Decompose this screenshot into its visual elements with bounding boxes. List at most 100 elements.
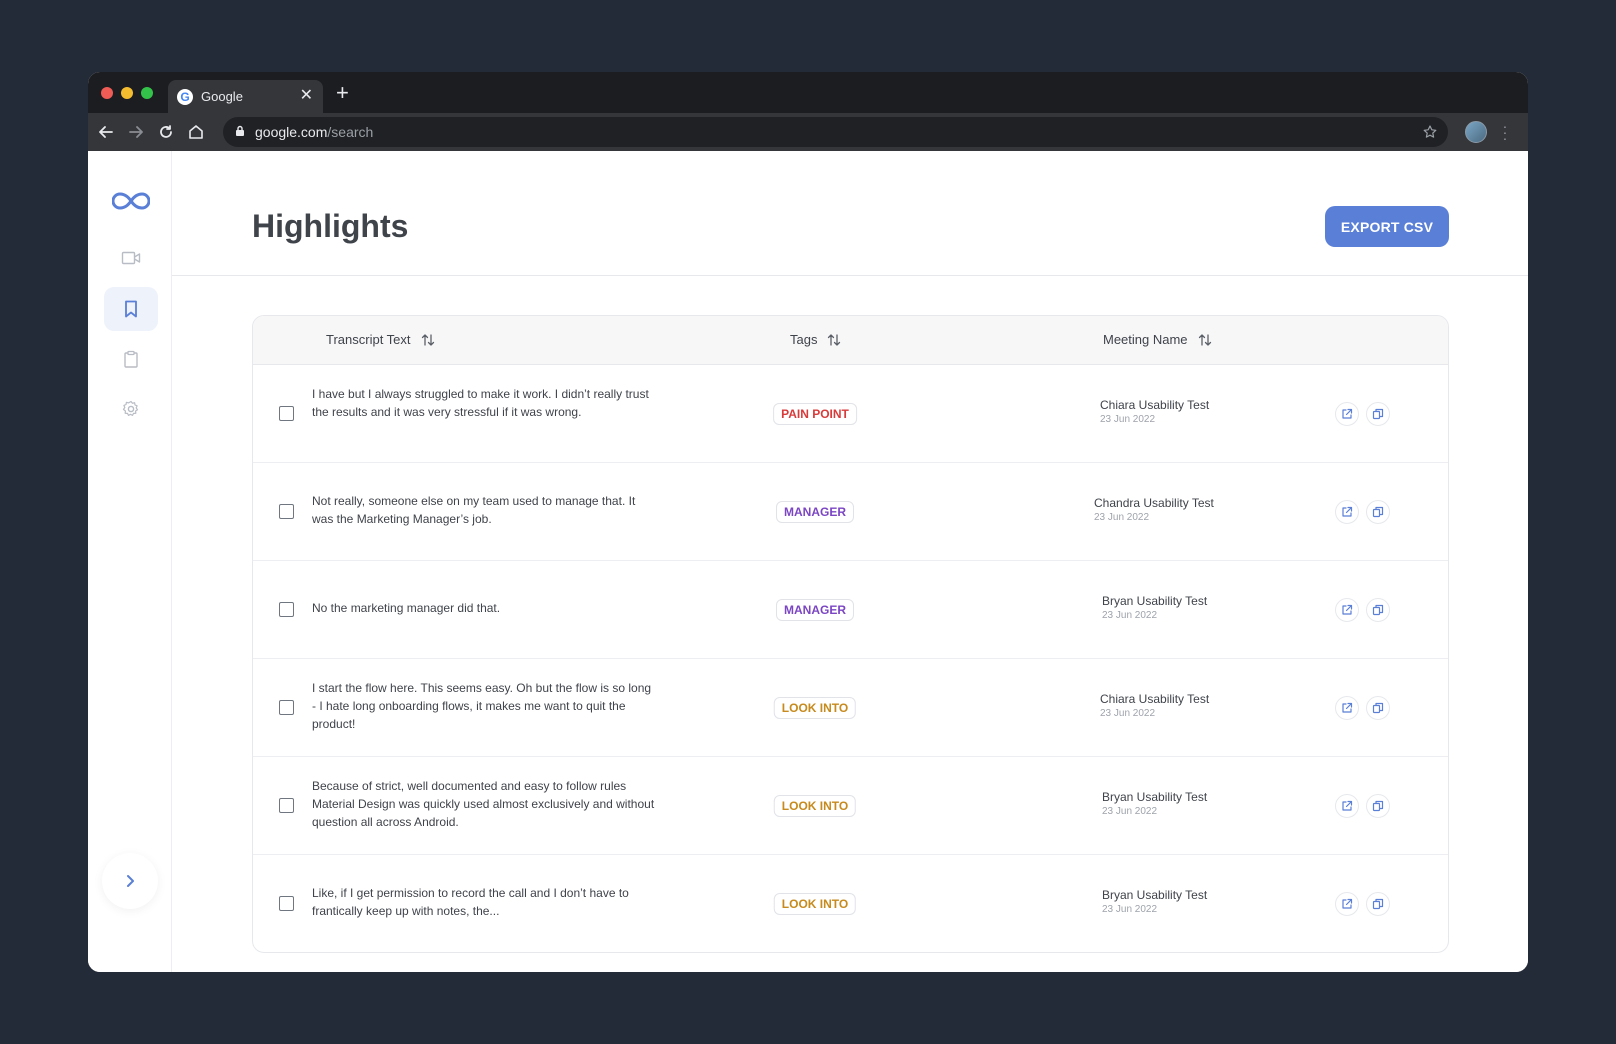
google-favicon-icon: G — [177, 89, 193, 105]
row-checkbox[interactable] — [279, 700, 294, 715]
open-link-button[interactable] — [1335, 892, 1359, 916]
url-path: /search — [327, 124, 374, 140]
video-camera-icon — [121, 251, 141, 265]
open-link-button[interactable] — [1335, 598, 1359, 622]
meeting-cell: Bryan Usability Test 23 Jun 2022 — [1102, 789, 1207, 819]
transcript-text: Because of strict, well documented and e… — [312, 779, 655, 829]
external-link-icon — [1342, 604, 1353, 615]
meeting-date: 23 Jun 2022 — [1100, 414, 1156, 425]
meeting-name[interactable]: Bryan Usability Test — [1102, 789, 1207, 805]
open-link-button[interactable] — [1335, 696, 1359, 720]
table-row: I start the flow here. This seems easy. … — [253, 659, 1448, 757]
tag-badge[interactable]: LOOK INTO — [773, 697, 857, 719]
page-title: Highlights — [252, 208, 409, 244]
tag-badge[interactable]: MANAGER — [776, 501, 854, 523]
infinity-logo-icon[interactable] — [104, 179, 158, 223]
external-link-icon — [1342, 800, 1353, 811]
open-link-button[interactable] — [1335, 500, 1359, 524]
meeting-date: 23 Jun 2022 — [1102, 904, 1158, 915]
meeting-name[interactable]: Bryan Usability Test — [1102, 887, 1207, 903]
bookmark-star-icon[interactable] — [1422, 124, 1438, 140]
transcript-text: I start the flow here. This seems easy. … — [312, 681, 652, 731]
export-csv-button[interactable]: EXPORT CSV — [1325, 206, 1449, 247]
transcript-text: I have but I always struggled to make it… — [312, 387, 649, 419]
column-header-tags[interactable]: Tags — [790, 332, 841, 348]
meeting-name[interactable]: Chiara Usability Test — [1100, 397, 1209, 413]
browser-tab-strip: G Google ✕ + — [88, 72, 1528, 113]
sort-icon[interactable] — [1198, 333, 1212, 347]
copy-button[interactable] — [1366, 598, 1390, 622]
external-link-icon — [1342, 702, 1353, 713]
back-arrow-icon[interactable] — [97, 123, 115, 141]
meeting-date: 23 Jun 2022 — [1100, 708, 1156, 719]
home-icon[interactable] — [187, 123, 205, 141]
meeting-date: 23 Jun 2022 — [1094, 512, 1150, 523]
meeting-cell: Chiara Usability Test 23 Jun 2022 — [1100, 691, 1209, 721]
copy-icon — [1372, 506, 1384, 518]
maximize-window-button[interactable] — [141, 87, 153, 99]
tab-title: Google — [201, 89, 243, 104]
copy-icon — [1372, 800, 1384, 812]
sidebar-item-highlights[interactable] — [104, 287, 158, 331]
meeting-cell: Bryan Usability Test 23 Jun 2022 — [1102, 887, 1207, 917]
forward-arrow-icon[interactable] — [127, 123, 145, 141]
column-header-meeting[interactable]: Meeting Name — [1103, 332, 1212, 348]
lock-icon — [236, 125, 244, 136]
copy-button[interactable] — [1366, 892, 1390, 916]
close-window-button[interactable] — [101, 87, 113, 99]
table-header: Transcript Text Tags Meeting Name — [253, 316, 1448, 365]
tag-badge[interactable]: MANAGER — [776, 599, 854, 621]
meeting-date: 23 Jun 2022 — [1102, 806, 1158, 817]
sort-icon[interactable] — [827, 333, 841, 347]
external-link-icon — [1342, 898, 1353, 909]
meeting-name[interactable]: Chandra Usability Test — [1094, 495, 1214, 511]
row-checkbox[interactable] — [279, 406, 294, 421]
row-checkbox[interactable] — [279, 896, 294, 911]
url-host: google.com — [255, 124, 328, 140]
sidebar — [88, 151, 172, 972]
copy-icon — [1372, 702, 1384, 714]
copy-button[interactable] — [1366, 794, 1390, 818]
sidebar-item-notes[interactable] — [104, 337, 158, 381]
tag-badge[interactable]: LOOK INTO — [773, 893, 857, 915]
column-header-label: Tags — [790, 332, 818, 347]
browser-menu-icon[interactable]: · · · — [1502, 119, 1508, 145]
new-tab-button[interactable]: + — [336, 82, 349, 104]
column-header-label: Transcript Text — [326, 332, 411, 347]
minimize-window-button[interactable] — [121, 87, 133, 99]
sidebar-item-recordings[interactable] — [104, 236, 158, 280]
copy-button[interactable] — [1366, 402, 1390, 426]
column-header-transcript[interactable]: Transcript Text — [326, 332, 435, 348]
tag-badge[interactable]: PAIN POINT — [773, 403, 857, 425]
table-row: Not really, someone else on my team used… — [253, 463, 1448, 561]
row-checkbox[interactable] — [279, 798, 294, 813]
profile-avatar[interactable] — [1465, 121, 1487, 143]
copy-button[interactable] — [1366, 696, 1390, 720]
tag-badge[interactable]: LOOK INTO — [773, 795, 857, 817]
row-checkbox[interactable] — [279, 602, 294, 617]
address-url: google.com/search — [255, 124, 373, 140]
browser-tab[interactable]: G Google ✕ — [168, 80, 323, 113]
column-header-label: Meeting Name — [1103, 332, 1188, 347]
transcript-text: No the marketing manager did that. — [312, 601, 501, 615]
meeting-name[interactable]: Bryan Usability Test — [1102, 593, 1207, 609]
external-link-icon — [1342, 408, 1353, 419]
open-link-button[interactable] — [1335, 402, 1359, 426]
meeting-date: 23 Jun 2022 — [1102, 610, 1158, 621]
open-link-button[interactable] — [1335, 794, 1359, 818]
expand-sidebar-button[interactable] — [102, 853, 158, 909]
copy-icon — [1372, 604, 1384, 616]
row-checkbox[interactable] — [279, 504, 294, 519]
browser-window: G Google ✕ + google.com/search · · · Hig… — [88, 72, 1528, 972]
main-panel: Highlights EXPORT CSV Transcript Text Ta… — [172, 151, 1528, 972]
copy-button[interactable] — [1366, 500, 1390, 524]
sidebar-item-settings[interactable] — [104, 387, 158, 431]
meeting-name[interactable]: Chiara Usability Test — [1100, 691, 1209, 707]
sort-icon[interactable] — [421, 333, 435, 347]
transcript-text: Like, if I get permission to record the … — [312, 886, 629, 918]
meeting-cell: Chiara Usability Test 23 Jun 2022 — [1100, 397, 1209, 427]
address-bar[interactable]: google.com/search — [223, 117, 1448, 147]
reload-icon[interactable] — [157, 123, 175, 141]
tab-close-icon[interactable]: ✕ — [300, 88, 313, 104]
browser-toolbar: google.com/search · · · — [88, 113, 1528, 151]
